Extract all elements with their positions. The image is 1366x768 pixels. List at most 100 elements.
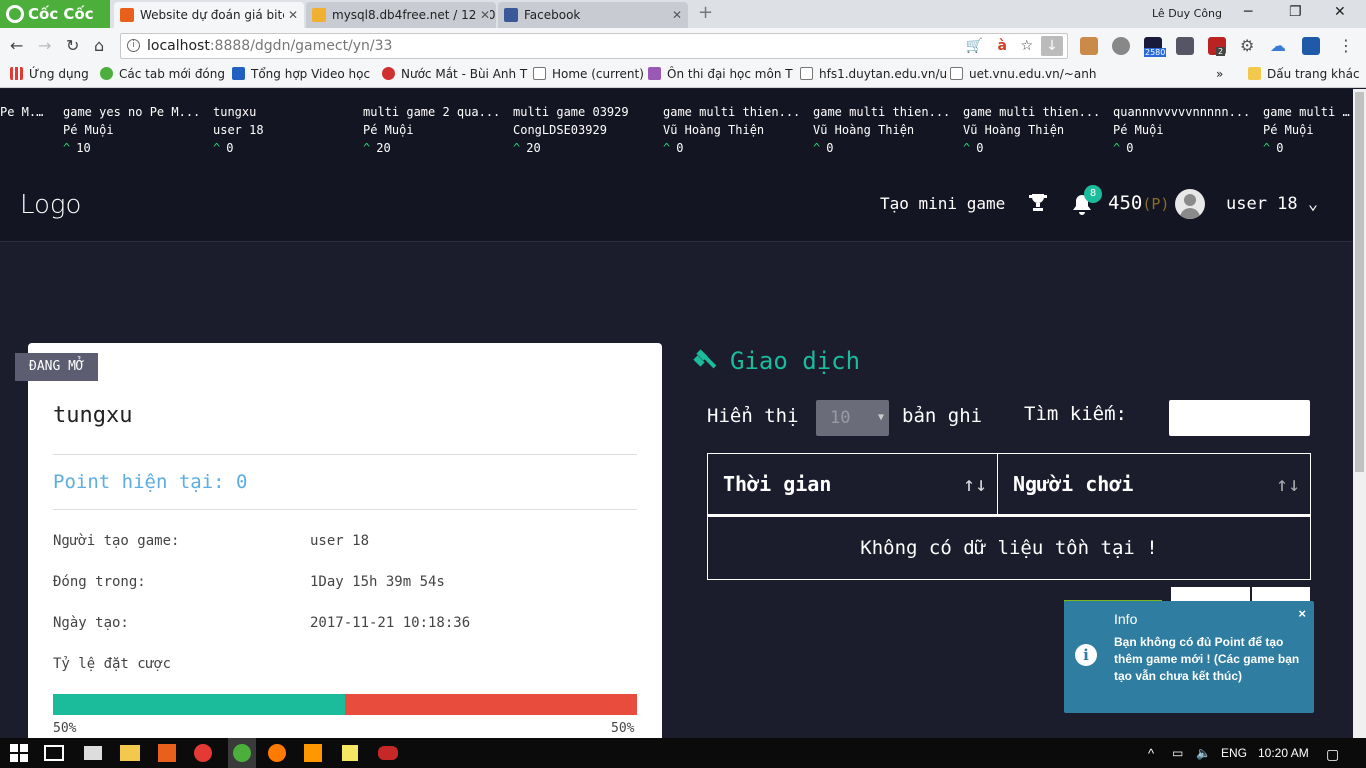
forward-icon[interactable]: → [38,36,51,55]
avatar[interactable] [1175,189,1205,219]
close-toast-icon[interactable]: × [1298,606,1306,621]
bookmark-home[interactable]: Home (current) [533,67,644,81]
ticker-item[interactable]: game multi thien... Vũ Hoàng Thiện ^ 0 [963,103,1103,157]
back-icon[interactable]: ← [10,36,23,55]
xampp-icon[interactable] [158,744,176,762]
firefox-icon[interactable] [268,744,286,762]
shopping-cart-icon[interactable]: 🛒 [966,34,983,58]
home-icon[interactable]: ⌂ [94,36,104,55]
create-mini-game-link[interactable]: Tạo mini game [880,194,1005,213]
settings-gear-icon[interactable]: ⚙ [1240,37,1258,55]
more-bookmarks-icon[interactable]: » [1216,67,1223,81]
minimize-icon[interactable]: ─ [1244,4,1252,20]
ticker-item[interactable]: quannnvvvvvnnnnn... Pé Muội ^ 0 [1113,103,1253,157]
up-arrow-icon: ^ [1263,141,1271,155]
tray-chevron-icon[interactable]: ^ [1148,746,1154,761]
close-window-icon[interactable]: ✕ [1334,4,1346,20]
sticky-notes-icon[interactable] [342,745,358,761]
trophy-icon[interactable] [1028,192,1048,216]
page-size-select[interactable]: 10 ▼ [816,400,889,436]
extension-screen-icon[interactable] [1176,37,1194,55]
ticker-item[interactable]: game multi thien... Vũ Hoàng Thiện ^ 0 [663,103,803,157]
page-icon [533,67,546,80]
language-indicator[interactable]: ENG [1221,746,1247,760]
divider [53,454,637,455]
sort-icon: ↑↓ [1275,472,1300,496]
game-title: tungxu [53,403,133,428]
trades-table: Thời gian ↑↓ Người chơi ↑↓ Không có dữ liệ… [707,453,1311,580]
site-info-icon[interactable]: i [127,39,140,52]
bookmark-star-icon[interactable]: ☆ [1020,34,1033,58]
task-view-icon[interactable] [44,745,64,761]
menu-icon[interactable]: ⋮ [1338,37,1356,55]
action-center-icon[interactable]: ▢ [1326,746,1339,763]
facebook-favicon-icon [504,8,518,22]
info-toast: × i Info Bạn không có đủ Point để tạo th… [1064,601,1314,713]
search-label: Tìm kiếm: [1024,403,1127,425]
close-tab-icon[interactable]: ✕ [283,2,298,28]
close-tab-icon[interactable]: ✕ [667,2,682,28]
bookmark-other[interactable]: Dấu trang khác [1248,67,1360,81]
new-tab-icon[interactable]: + [698,2,713,23]
volume-icon[interactable]: 🔈 [1196,746,1211,760]
toast-title: Info [1114,611,1138,627]
restore-icon[interactable]: ❐ [1289,4,1302,20]
file-explorer-icon[interactable] [120,745,140,761]
created-label: Ngày tạo: [53,615,129,631]
translate-icon[interactable]: à [998,34,1007,58]
url-input[interactable]: i localhost:8888/dgdn/gamect/yn/33 🛒 à ☆… [120,33,1068,59]
site-logo[interactable]: Logo [20,190,81,220]
folder-icon [1248,67,1261,80]
scrollbar-thumb[interactable] [1355,92,1364,472]
bookmark-apps[interactable]: Ứng dụng [10,67,89,81]
ticker-item[interactable]: Pe M... [0,103,48,121]
trades-title: Giao dịch [730,347,861,375]
chrome-icon[interactable] [194,744,212,762]
status-badge: ĐANG MỞ [15,353,98,381]
bookmark-nuoc-mat[interactable]: Nước Mắt - Bùi Anh T [382,67,527,81]
page-icon [800,67,813,80]
window-user[interactable]: Lê Duy Công [1152,7,1222,20]
coccoc-active-icon[interactable] [228,738,256,768]
close-tab-icon[interactable]: ✕ [475,2,490,28]
bookmark-uet[interactable]: uet.vnu.edu.vn/~anh [950,67,1096,81]
windows-start-icon[interactable] [10,744,28,766]
empty-row: Không có dữ liệu tồn tại ! [707,515,1311,580]
download-icon[interactable]: ↓ [1041,36,1063,56]
cloud-icon[interactable]: ☁ [1270,37,1288,55]
extension-j-icon[interactable] [1302,37,1320,55]
ticker-item[interactable]: game yes no Pe M... Pé Muội ^ 10 [63,103,203,157]
ticker-item[interactable]: game multi thien... Vũ Hoàng Thiện ^ 0 [813,103,953,157]
bookmark-closed-tabs[interactable]: Các tab mới đóng [100,67,225,81]
current-point: Point hiện tại: 0 [53,471,248,493]
tab-website[interactable]: Website dự đoán giá bitco ✕ [114,2,304,28]
ticker-item[interactable]: tungxu user 18 ^ 0 [213,103,353,157]
col-player-header[interactable]: Người chơi ↑↓ [997,453,1311,517]
clock[interactable]: 10:20 AM [1258,746,1309,760]
toast-message: Bạn không có đủ Point để tạo thêm game m… [1114,635,1300,683]
sublime-icon[interactable] [304,744,322,762]
bookmark-on-thi[interactable]: Ôn thi đại học môn T [648,67,793,81]
ticker-item[interactable]: multi game 03929 CongLDSE03929 ^ 20 [513,103,653,157]
extension-k-icon[interactable]: 2580 [1144,37,1167,57]
extension-owl-icon[interactable] [1080,37,1098,55]
bookmark-video[interactable]: Tổng hợp Video học [232,67,370,81]
network-icon[interactable]: ▭ [1172,746,1183,760]
browser-brand[interactable]: Cốc Cốc [0,0,110,28]
reload-icon[interactable]: ↻ [66,36,79,55]
col-time-header[interactable]: Thời gian ↑↓ [707,453,998,517]
search-input[interactable] [1169,400,1310,436]
game-controller-icon[interactable] [378,746,398,760]
ticker-item[interactable]: game multi Pe Pé Muội ^ 0 [1263,103,1353,157]
ratio-bar-no [345,694,637,715]
ratio-left-pct: 50% [53,721,77,736]
tab-facebook[interactable]: Facebook ✕ [498,2,688,28]
mail-icon[interactable] [84,746,102,760]
extension-ublock-icon[interactable]: 2 [1208,37,1226,56]
bookmark-hfs1[interactable]: hfs1.duytan.edu.vn/u [800,67,947,81]
ticker-item[interactable]: multi game 2 qua... Pé Muội ^ 20 [363,103,503,157]
user-menu[interactable]: user 18 ⌄ [1226,194,1318,214]
s-icon [232,67,245,80]
tab-mysql[interactable]: mysql8.db4free.net / 127.0 ✕ [306,2,496,28]
extension-chat-icon[interactable] [1112,37,1130,55]
